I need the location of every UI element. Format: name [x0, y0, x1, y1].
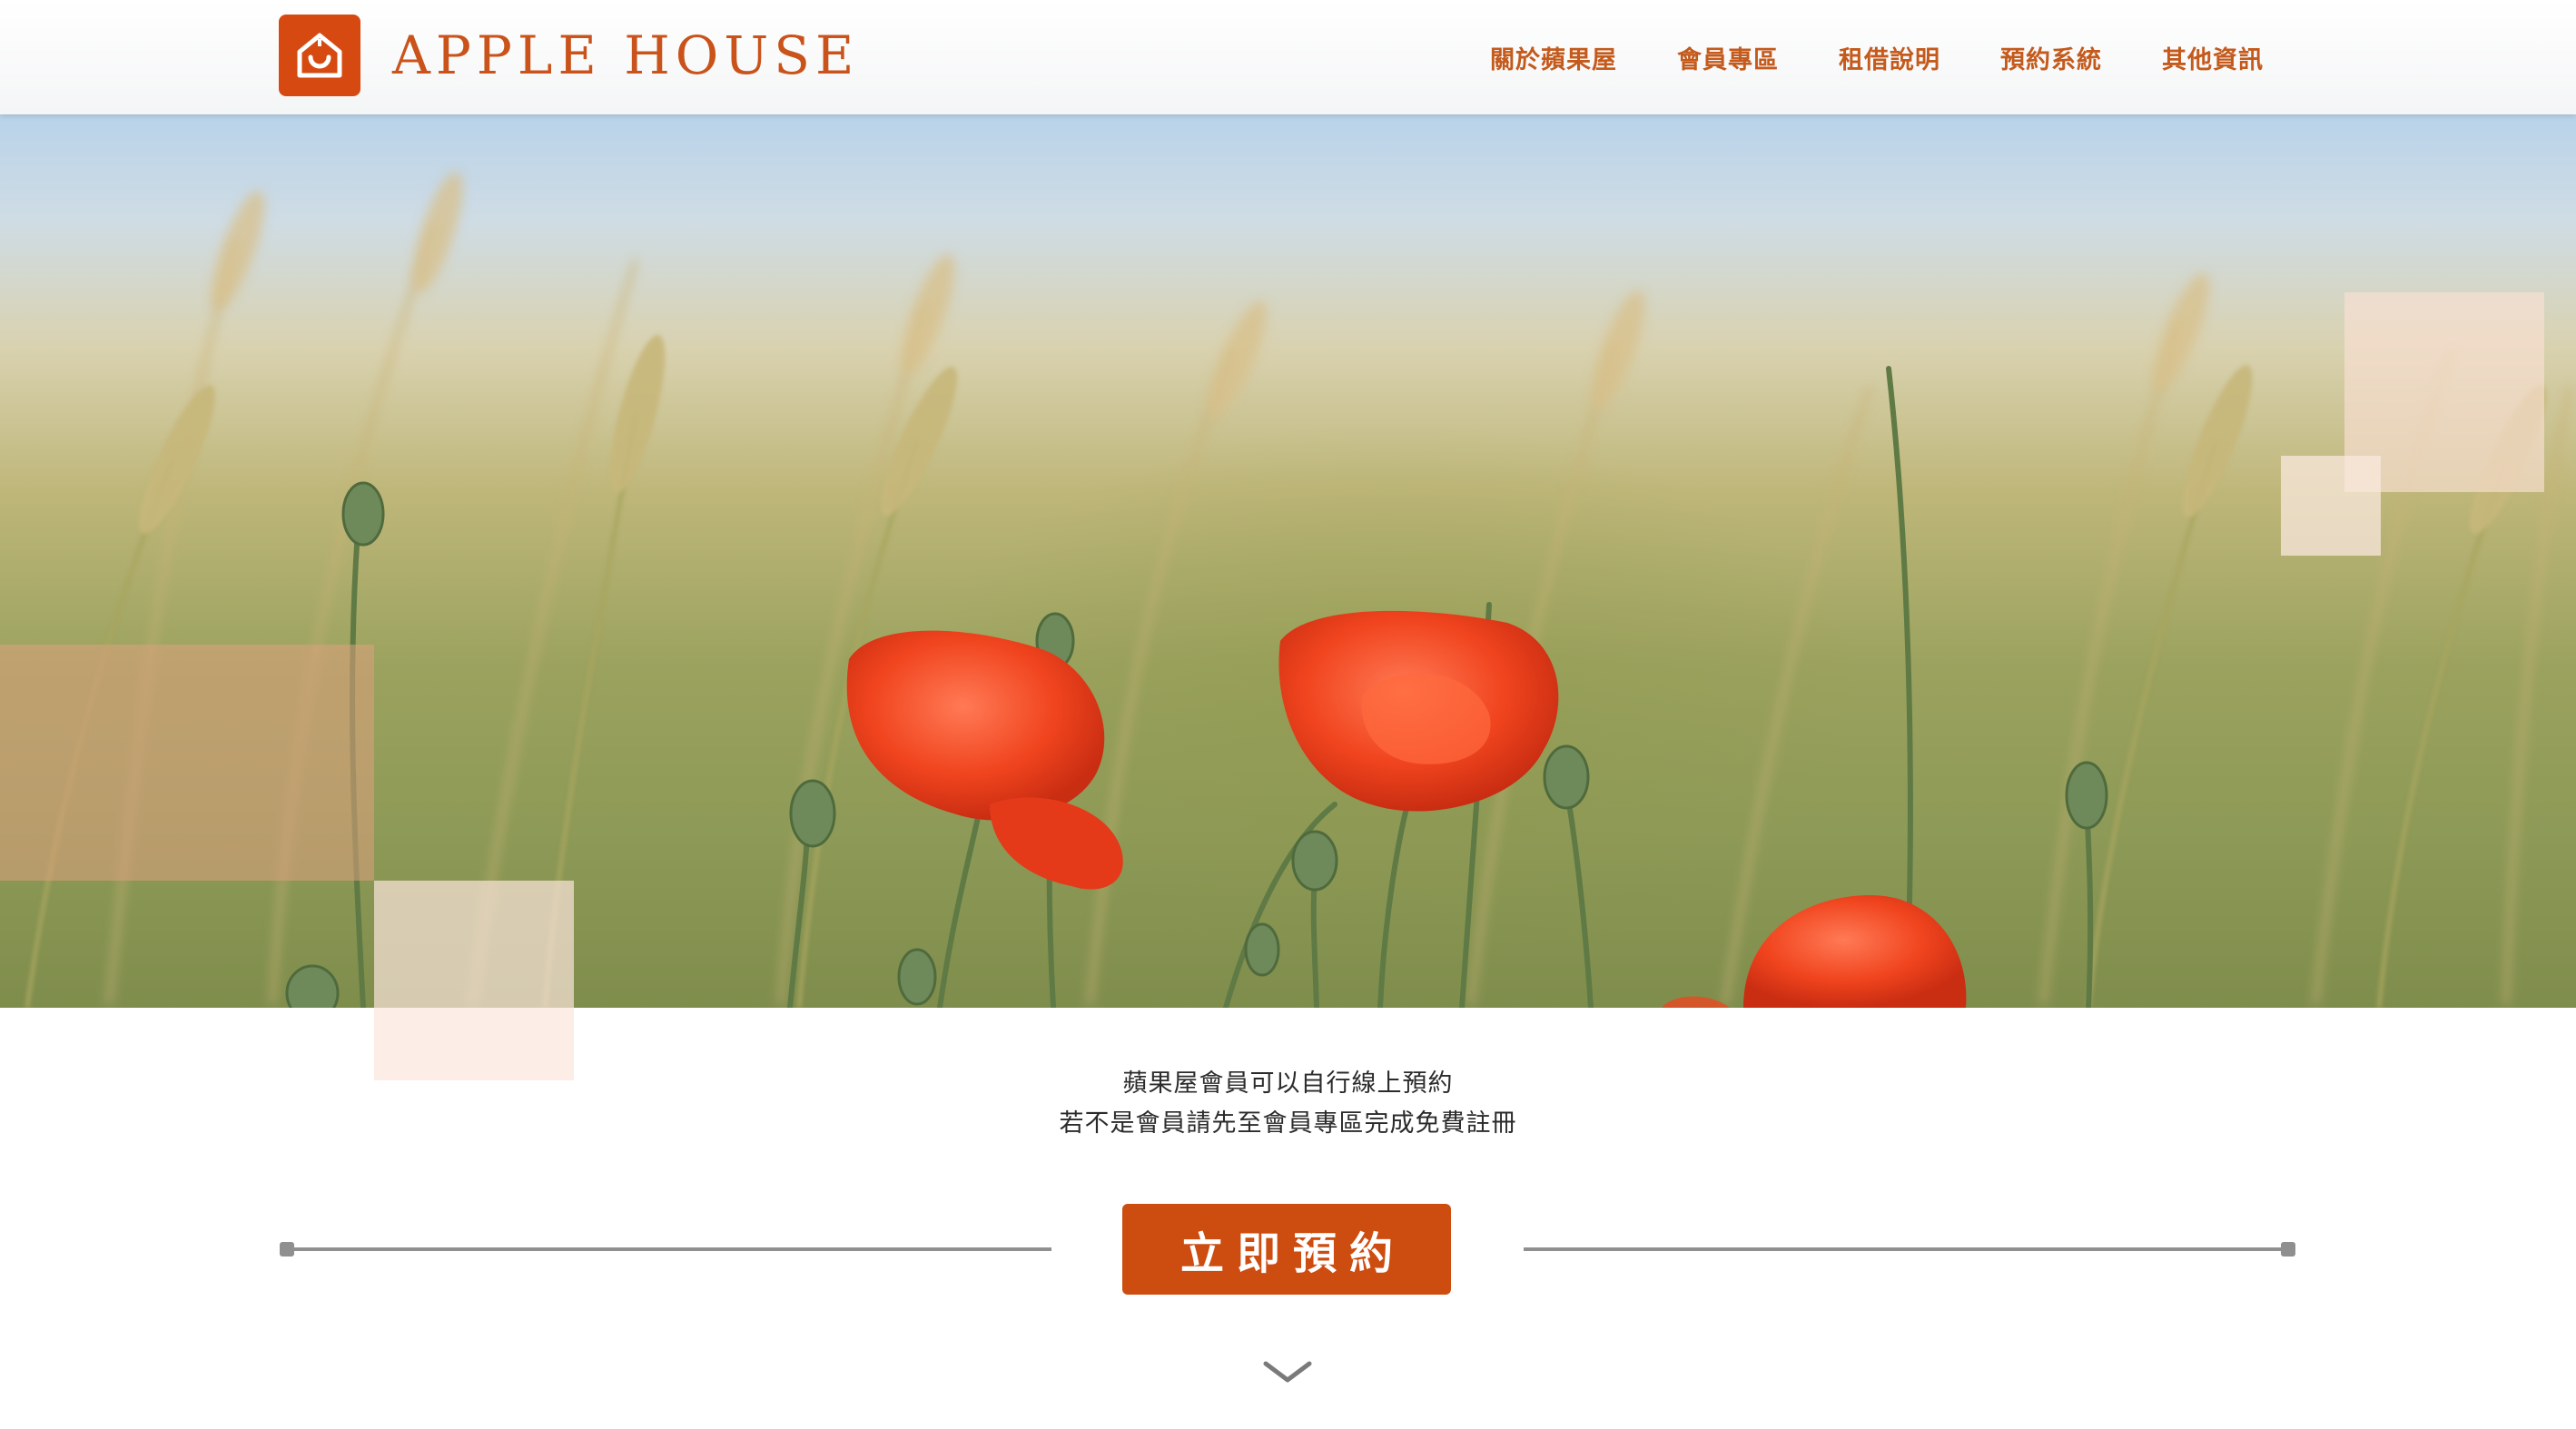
hero-banner: [0, 114, 2576, 1008]
logo-link[interactable]: APPLE HOUSE: [279, 15, 859, 96]
house-icon: [279, 15, 360, 96]
poppy-field-image: [25, 172, 2572, 1008]
main-nav: 關於蘋果屋 會員專區 租借說明 預約系統 其他資訊: [1490, 0, 2264, 114]
decor-square: [374, 881, 574, 1080]
nav-item-members[interactable]: 會員專區: [1677, 40, 1779, 75]
intro-line-2: 若不是會員請先至會員專區完成免費註冊: [1059, 1109, 1517, 1138]
decor-square: [2281, 456, 2381, 556]
divider-left: [283, 1247, 1051, 1251]
book-now-button[interactable]: 立即預約: [1122, 1204, 1451, 1295]
nav-item-booking[interactable]: 預約系統: [2000, 40, 2102, 75]
decor-square: [0, 645, 374, 881]
brand-name: APPLE HOUSE: [392, 25, 860, 86]
divider-end-dot: [280, 1242, 294, 1257]
site-header: APPLE HOUSE 關於蘋果屋 會員專區 租借說明 預約系統 其他資訊: [0, 0, 2576, 114]
chevron-down-icon[interactable]: [1262, 1358, 1313, 1385]
nav-item-other-info[interactable]: 其他資訊: [2162, 40, 2264, 75]
divider-right: [1524, 1247, 2292, 1251]
nav-item-about[interactable]: 關於蘋果屋: [1490, 40, 1617, 75]
divider-end-dot: [2281, 1242, 2295, 1257]
nav-item-rental-info[interactable]: 租借說明: [1839, 40, 1940, 75]
